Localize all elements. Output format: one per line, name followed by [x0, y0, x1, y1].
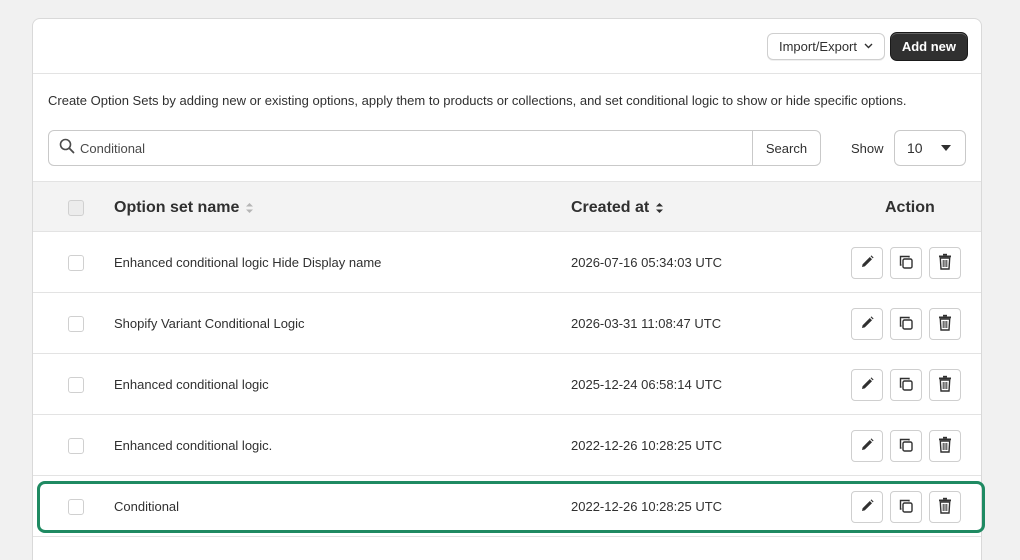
import-export-button[interactable]: Import/Export: [766, 33, 885, 60]
duplicate-button[interactable]: [890, 491, 922, 523]
table-row: Enhanced conditional logic 2025-12-24 06…: [33, 354, 981, 415]
duplicate-icon: [898, 376, 914, 395]
table-header: Option set name Created at Action: [33, 181, 981, 232]
sort-icon[interactable]: [245, 201, 254, 215]
import-export-label: Import/Export: [778, 39, 857, 54]
duplicate-icon: [898, 315, 914, 334]
duplicate-icon: [898, 498, 914, 517]
row-checkbox[interactable]: [68, 438, 84, 454]
created-at: 2022-12-26 10:28:25 UTC: [571, 438, 723, 453]
option-sets-card: Import/Export Add new Create Option Sets…: [32, 18, 982, 560]
select-all-checkbox[interactable]: [68, 200, 84, 216]
created-at: 2026-07-16 05:34:03 UTC: [571, 255, 723, 270]
delete-button[interactable]: [929, 369, 961, 401]
table-body: Enhanced conditional logic Hide Display …: [33, 232, 981, 537]
row-checkbox[interactable]: [68, 377, 84, 393]
delete-icon: [937, 314, 953, 334]
search-icon: [59, 138, 75, 159]
page-size-select[interactable]: 10: [894, 130, 966, 166]
duplicate-button[interactable]: [890, 369, 922, 401]
header-name[interactable]: Option set name: [114, 199, 254, 217]
sort-icon[interactable]: [655, 201, 664, 215]
header-name-label: Option set name: [114, 199, 240, 216]
delete-icon: [937, 436, 953, 456]
delete-button[interactable]: [929, 308, 961, 340]
duplicate-button[interactable]: [890, 247, 922, 279]
created-at: 2026-03-31 11:08:47 UTC: [571, 316, 722, 331]
edit-icon: [859, 437, 875, 456]
edit-button[interactable]: [851, 308, 883, 340]
page-size-value: 10: [907, 140, 923, 156]
chevron-down-icon: [863, 39, 874, 54]
search-button[interactable]: Search: [752, 130, 821, 166]
delete-icon: [937, 253, 953, 273]
search-field[interactable]: [48, 130, 753, 166]
show-label: Show: [851, 141, 884, 156]
edit-button[interactable]: [851, 369, 883, 401]
edit-icon: [859, 376, 875, 395]
delete-icon: [937, 497, 953, 517]
header-action: Action: [885, 199, 935, 216]
duplicate-icon: [898, 254, 914, 273]
created-at: 2025-12-24 06:58:14 UTC: [571, 377, 723, 392]
row-checkbox[interactable]: [68, 499, 84, 515]
row-checkbox[interactable]: [68, 316, 84, 332]
duplicate-button[interactable]: [890, 430, 922, 462]
delete-icon: [937, 375, 953, 395]
table-row: Conditional 2022-12-26 10:28:25 UTC: [33, 476, 981, 537]
row-checkbox[interactable]: [68, 255, 84, 271]
option-set-name[interactable]: Conditional: [114, 499, 179, 514]
edit-button[interactable]: [851, 491, 883, 523]
delete-button[interactable]: [929, 247, 961, 279]
edit-icon: [859, 254, 875, 273]
top-toolbar: Import/Export Add new: [33, 19, 981, 74]
duplicate-icon: [898, 437, 914, 456]
table-row: Shopify Variant Conditional Logic 2026-0…: [33, 293, 981, 354]
header-created[interactable]: Created at: [571, 199, 664, 217]
row-actions: [851, 430, 961, 462]
delete-button[interactable]: [929, 430, 961, 462]
option-set-name[interactable]: Enhanced conditional logic.: [114, 438, 272, 453]
duplicate-button[interactable]: [890, 308, 922, 340]
option-set-name[interactable]: Enhanced conditional logic Hide Display …: [114, 255, 381, 270]
edit-icon: [859, 315, 875, 334]
row-actions: [851, 247, 961, 279]
row-actions: [851, 369, 961, 401]
edit-button[interactable]: [851, 430, 883, 462]
table-row: Enhanced conditional logic. 2022-12-26 1…: [33, 415, 981, 476]
table-row: Enhanced conditional logic Hide Display …: [33, 232, 981, 293]
created-at: 2022-12-26 10:28:25 UTC: [571, 499, 723, 514]
row-actions: [851, 491, 961, 523]
delete-button[interactable]: [929, 491, 961, 523]
option-set-name[interactable]: Enhanced conditional logic: [114, 377, 269, 392]
search-row: Search Show 10: [48, 130, 966, 166]
add-new-button[interactable]: Add new: [889, 32, 968, 61]
option-set-name[interactable]: Shopify Variant Conditional Logic: [114, 316, 305, 331]
edit-icon: [859, 498, 875, 517]
header-created-label: Created at: [571, 199, 650, 216]
option-sets-table: Option set name Created at Action Enhanc…: [33, 181, 981, 537]
search-input[interactable]: [80, 140, 680, 156]
edit-button[interactable]: [851, 247, 883, 279]
page-description: Create Option Sets by adding new or exis…: [48, 93, 907, 108]
caret-down-icon: [941, 145, 951, 151]
row-actions: [851, 308, 961, 340]
